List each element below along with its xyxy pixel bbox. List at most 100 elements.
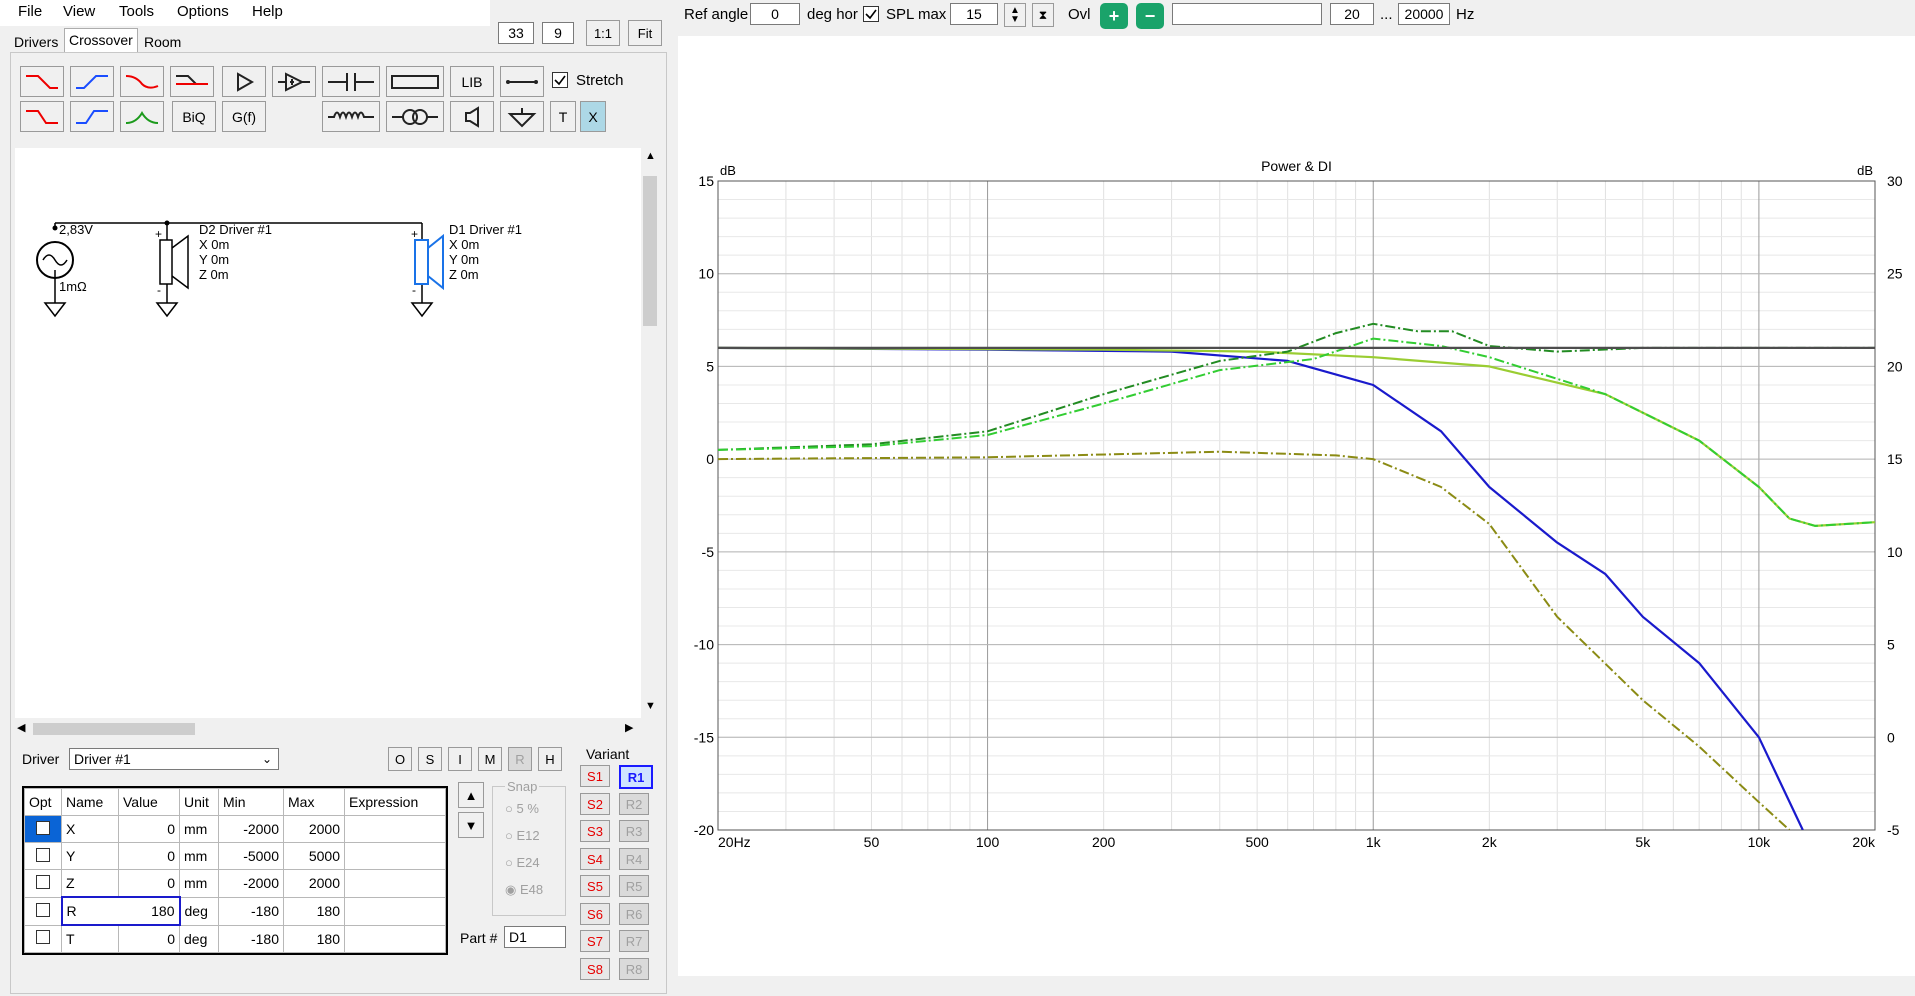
opt-checkbox[interactable] — [24, 896, 62, 926]
variant-s1[interactable]: S1 — [580, 765, 610, 787]
driver-d2-block[interactable]: D2 Driver #1 X 0m Y 0m Z 0m — [199, 222, 272, 282]
move-up-button[interactable]: ▲ — [458, 782, 484, 808]
menu-view[interactable]: View — [63, 3, 95, 20]
freq-min-input[interactable]: 20 — [1330, 3, 1374, 25]
tab-room[interactable]: Room — [140, 31, 185, 53]
highpass-button[interactable] — [70, 66, 114, 97]
param-min[interactable]: -2000 — [218, 869, 284, 898]
scroll-down-icon[interactable]: ▼ — [645, 700, 656, 712]
variant-r5[interactable]: R5 — [619, 875, 649, 897]
variant-s6[interactable]: S6 — [580, 903, 610, 925]
transformer-button[interactable] — [386, 101, 444, 132]
snap-option-5pct[interactable]: ○ 5 % — [505, 801, 539, 816]
variant-r2[interactable]: R2 — [619, 793, 649, 815]
table-row[interactable]: R 180 deg -180 180 — [24, 896, 446, 926]
add-overlay-button[interactable]: + — [1100, 3, 1128, 29]
param-value[interactable]: 0 — [118, 842, 180, 870]
param-max[interactable]: 180 — [283, 924, 345, 953]
tab-drivers[interactable]: Drivers — [10, 31, 62, 53]
snap-option-e24[interactable]: ○ E24 — [505, 855, 540, 870]
scroll-left-icon[interactable]: ◀ — [17, 721, 25, 734]
resistor-button[interactable] — [386, 66, 444, 97]
param-value[interactable]: 0 — [118, 869, 180, 898]
param-expression[interactable] — [344, 815, 446, 843]
s-button[interactable]: S — [418, 747, 442, 771]
param-expression[interactable] — [344, 924, 446, 953]
move-down-button[interactable]: ▼ — [458, 812, 484, 838]
param-max[interactable]: 180 — [283, 896, 345, 926]
amplifier-button[interactable] — [272, 66, 316, 97]
menu-tools[interactable]: Tools — [119, 3, 154, 20]
param-max[interactable]: 2000 — [283, 815, 345, 843]
variant-s2[interactable]: S2 — [580, 793, 610, 815]
lowpass2-button[interactable] — [20, 101, 64, 132]
freq-max-input[interactable]: 20000 — [1398, 3, 1450, 25]
variant-r6[interactable]: R6 — [619, 903, 649, 925]
param-expression[interactable] — [344, 842, 446, 870]
snap-option-e48[interactable]: ◉ E48 — [505, 882, 543, 898]
schematic-canvas[interactable]: + + - - 2,83V 1mΩ D2 Driver #1 X 0m Y 0m… — [15, 148, 641, 718]
zoom-fit-button[interactable]: Fit — [628, 20, 662, 46]
zoom-field-2[interactable]: 9 — [542, 22, 574, 44]
param-max[interactable]: 5000 — [283, 842, 345, 870]
zoom-1to1-button[interactable]: 1:1 — [586, 20, 620, 46]
biquad-button[interactable]: BiQ — [172, 101, 216, 132]
spl-max-checkbox[interactable] — [863, 6, 879, 26]
buffer-button[interactable] — [222, 66, 266, 97]
variant-s4[interactable]: S4 — [580, 848, 610, 870]
stretch-checkbox[interactable] — [552, 72, 568, 92]
variant-s3[interactable]: S3 — [580, 820, 610, 842]
tab-crossover[interactable]: Crossover — [64, 28, 138, 54]
horizontal-scroll-thumb[interactable] — [33, 723, 195, 735]
menu-file[interactable]: File — [18, 3, 42, 20]
param-max[interactable]: 2000 — [283, 869, 345, 898]
text-button[interactable]: T — [550, 101, 576, 132]
opt-checkbox[interactable] — [24, 869, 62, 898]
notch-button[interactable] — [120, 66, 164, 97]
power-di-chart[interactable]: 20Hz 50 100 200 500 1k 2k 5k 10k 20k151050-5-10-1… — [678, 36, 1915, 976]
range-collapse-button[interactable]: ⧗ — [1032, 3, 1054, 27]
ref-angle-input[interactable]: 0 — [750, 3, 800, 25]
speaker-button[interactable] — [450, 101, 494, 132]
menu-help[interactable]: Help — [252, 3, 283, 20]
vertical-scroll-thumb[interactable] — [643, 176, 657, 326]
schematic-horizontal-scrollbar[interactable]: ◀ ▶ — [15, 720, 641, 738]
param-min[interactable]: -2000 — [218, 815, 284, 843]
ground-button[interactable] — [500, 101, 544, 132]
variant-s5[interactable]: S5 — [580, 875, 610, 897]
variant-r8[interactable]: R8 — [619, 958, 649, 980]
inductor-button[interactable] — [322, 101, 380, 132]
spl-max-spinner[interactable]: ▲ ▼ — [1004, 3, 1026, 27]
m-button[interactable]: M — [478, 747, 502, 771]
param-value-selected[interactable]: 180 — [118, 896, 181, 926]
opt-checkbox[interactable] — [24, 924, 62, 953]
h-button[interactable]: H — [538, 747, 562, 771]
param-min[interactable]: -180 — [218, 896, 284, 926]
variant-s8[interactable]: S8 — [580, 958, 610, 980]
part-input[interactable]: D1 — [504, 926, 566, 948]
table-row[interactable]: Y 0 mm -5000 5000 — [24, 842, 446, 870]
param-expression[interactable] — [344, 896, 446, 926]
highpass2-button[interactable] — [70, 101, 114, 132]
table-row[interactable]: T 0 deg -180 180 — [24, 924, 446, 953]
transfer-function-button[interactable]: G(f) — [222, 101, 266, 132]
param-min[interactable]: -5000 — [218, 842, 284, 870]
opt-checkbox[interactable] — [24, 815, 62, 843]
shelf-button[interactable] — [170, 66, 214, 97]
schematic-vertical-scrollbar[interactable]: ▲ ▼ — [641, 148, 659, 718]
opt-checkbox[interactable] — [24, 842, 62, 870]
bandpass-button[interactable] — [120, 101, 164, 132]
snap-option-e12[interactable]: ○ E12 — [505, 828, 540, 843]
o-button[interactable]: O — [388, 747, 412, 771]
wire-button[interactable] — [500, 66, 544, 97]
menu-options[interactable]: Options — [177, 3, 229, 20]
library-button[interactable]: LIB — [450, 66, 494, 97]
driver-select[interactable]: Driver #1 ⌄ — [69, 748, 279, 770]
i-button[interactable]: I — [448, 747, 472, 771]
capacitor-button[interactable] — [322, 66, 380, 97]
variant-r1[interactable]: R1 — [619, 765, 653, 789]
variant-r7[interactable]: R7 — [619, 930, 649, 952]
variant-r3[interactable]: R3 — [619, 820, 649, 842]
param-value[interactable]: 0 — [118, 815, 180, 843]
x-button[interactable]: X — [580, 101, 606, 132]
